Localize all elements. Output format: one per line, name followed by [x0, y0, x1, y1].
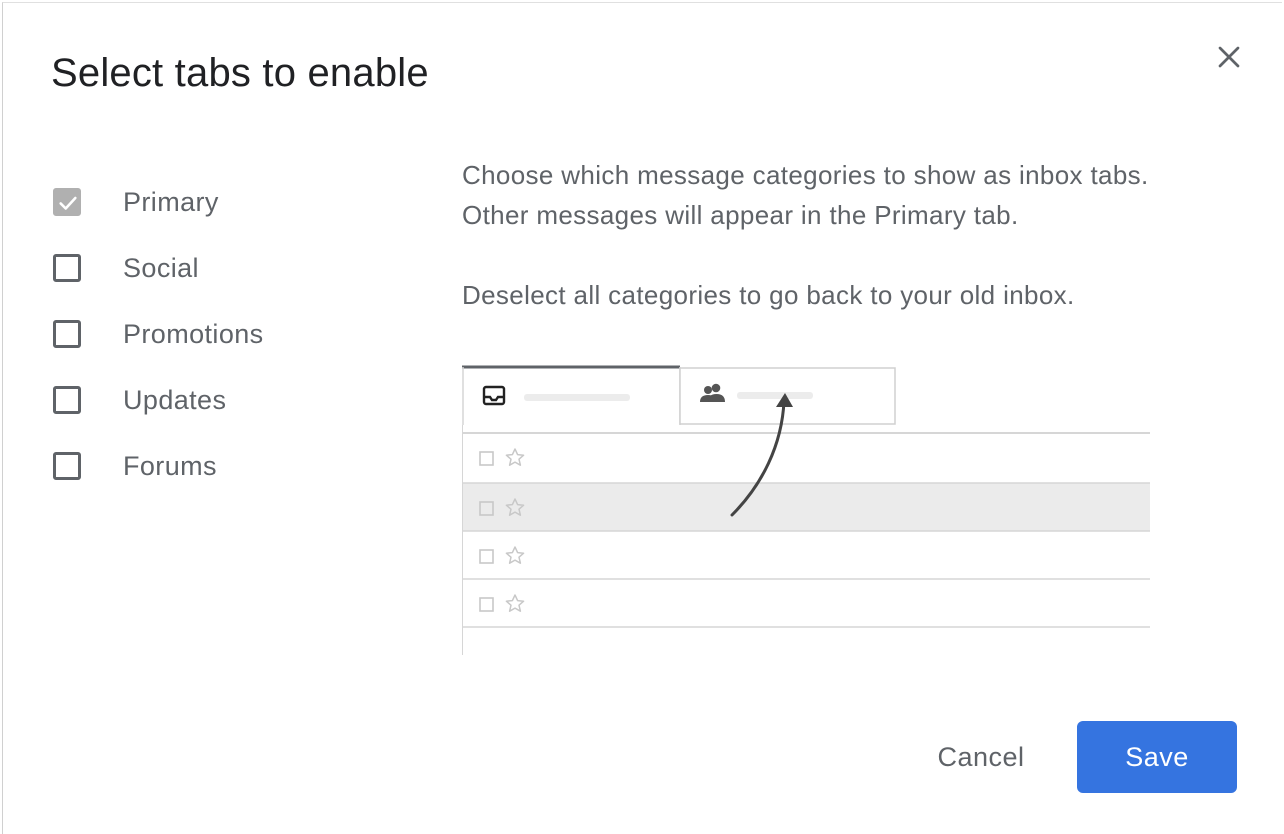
promotions-label[interactable]: Promotions	[123, 319, 264, 350]
description-line-2: Deselect all categories to go back to yo…	[462, 280, 1075, 310]
star-icon	[505, 448, 525, 466]
social-checkbox[interactable]	[53, 254, 81, 282]
inbox-icon	[482, 385, 506, 406]
checkbox-icon	[479, 451, 494, 466]
checkbox-icon	[479, 549, 494, 564]
select-tabs-dialog: Select tabs to enable Primary Social Pro…	[2, 2, 1282, 834]
star-icon	[505, 546, 525, 564]
description-line-1: Choose which message categories to show …	[462, 160, 1149, 230]
tab-options-list: Primary Social Promotions Updates Forums	[53, 158, 264, 510]
close-icon	[1218, 46, 1240, 68]
primary-checkbox[interactable]	[53, 188, 81, 216]
updates-checkbox[interactable]	[53, 386, 81, 414]
social-label[interactable]: Social	[123, 253, 199, 284]
option-forums: Forums	[53, 422, 264, 510]
illustration-graphic	[461, 365, 1150, 655]
forums-label[interactable]: Forums	[123, 451, 217, 482]
inbox-tabs-illustration	[461, 365, 1150, 655]
checkmark-icon	[59, 196, 77, 210]
updates-label[interactable]: Updates	[123, 385, 226, 416]
dialog-description: Choose which message categories to show …	[462, 155, 1162, 315]
cancel-button[interactable]: Cancel	[911, 721, 1051, 793]
forums-checkbox[interactable]	[53, 452, 81, 480]
dialog-title: Select tabs to enable	[51, 51, 429, 95]
checkbox-icon	[479, 597, 494, 612]
close-button[interactable]	[1211, 39, 1247, 75]
primary-label: Primary	[123, 186, 219, 217]
star-icon	[505, 594, 525, 612]
promotions-checkbox[interactable]	[53, 320, 81, 348]
save-button[interactable]: Save	[1077, 721, 1237, 793]
